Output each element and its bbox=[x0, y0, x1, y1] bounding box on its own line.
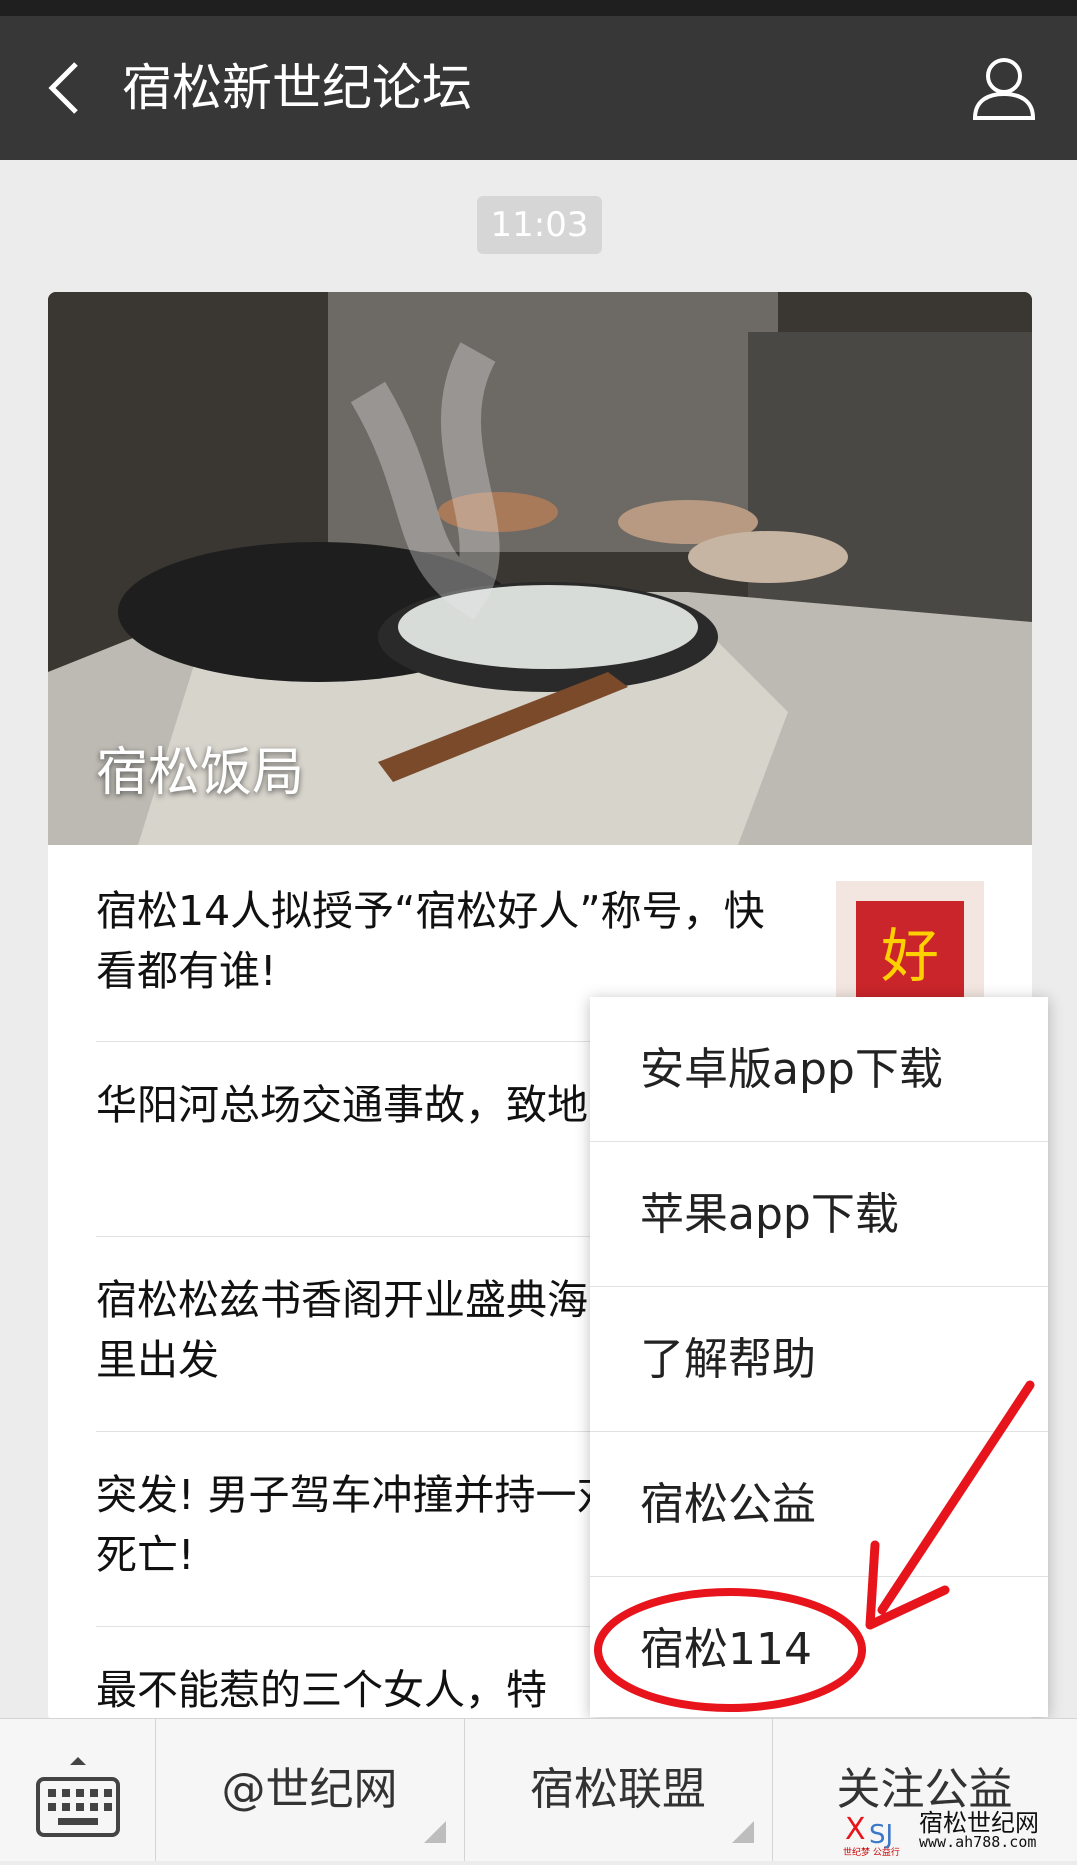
menu-item-help[interactable]: 了解帮助 bbox=[590, 1287, 1048, 1432]
back-button[interactable] bbox=[36, 56, 92, 120]
popup-menu: 安卓版app下载 苹果app下载 了解帮助 宿松公益 宿松114 bbox=[590, 997, 1048, 1717]
keyboard-icon bbox=[36, 1757, 120, 1837]
bottom-menu-bar: @世纪网 宿松联盟 关注公益 X SJ 世纪梦 公益行 宿松世纪网 www.ah… bbox=[0, 1718, 1077, 1861]
submenu-indicator-icon bbox=[424, 1821, 446, 1843]
tab-label: @世纪网 bbox=[221, 1764, 398, 1815]
chevron-left-icon bbox=[48, 62, 78, 114]
tab-susong-alliance[interactable]: 宿松联盟 bbox=[464, 1719, 773, 1861]
watermark-url: www.ah788.com bbox=[919, 1833, 1037, 1851]
top-nav-bar: 宿松新世纪论坛 bbox=[0, 16, 1077, 160]
site-watermark: X SJ 世纪梦 公益行 宿松世纪网 www.ah788.com bbox=[839, 1803, 1071, 1857]
message-timestamp: 11:03 bbox=[477, 196, 602, 254]
article-title: 宿松14人拟授予“宿松好人”称号，快看都有谁! bbox=[96, 887, 765, 995]
menu-item-ios-download[interactable]: 苹果app下载 bbox=[590, 1142, 1048, 1287]
thumbnail-text: 好 bbox=[881, 922, 939, 990]
page-title: 宿松新世纪论坛 bbox=[122, 59, 472, 117]
tab-shijiwang[interactable]: @世纪网 bbox=[155, 1719, 465, 1861]
submenu-indicator-icon bbox=[732, 1821, 754, 1843]
keyboard-toggle-button[interactable] bbox=[0, 1719, 156, 1861]
status-bar bbox=[0, 0, 1077, 16]
user-icon bbox=[972, 58, 1036, 120]
menu-item-susong-114[interactable]: 宿松114 bbox=[590, 1577, 1048, 1722]
watermark-slogan: 世纪梦 公益行 bbox=[843, 1846, 900, 1857]
profile-button[interactable] bbox=[969, 52, 1039, 124]
svg-text:SJ: SJ bbox=[869, 1820, 893, 1850]
watermark-logo: X SJ 世纪梦 公益行 bbox=[843, 1812, 900, 1857]
cover-article[interactable]: 宿松饭局 bbox=[48, 292, 1032, 845]
menu-item-charity[interactable]: 宿松公益 bbox=[590, 1432, 1048, 1577]
svg-text:X: X bbox=[845, 1812, 866, 1847]
menu-item-android-download[interactable]: 安卓版app下载 bbox=[590, 997, 1048, 1142]
tab-label: 宿松联盟 bbox=[530, 1764, 706, 1815]
cover-title: 宿松饭局 bbox=[96, 743, 305, 803]
